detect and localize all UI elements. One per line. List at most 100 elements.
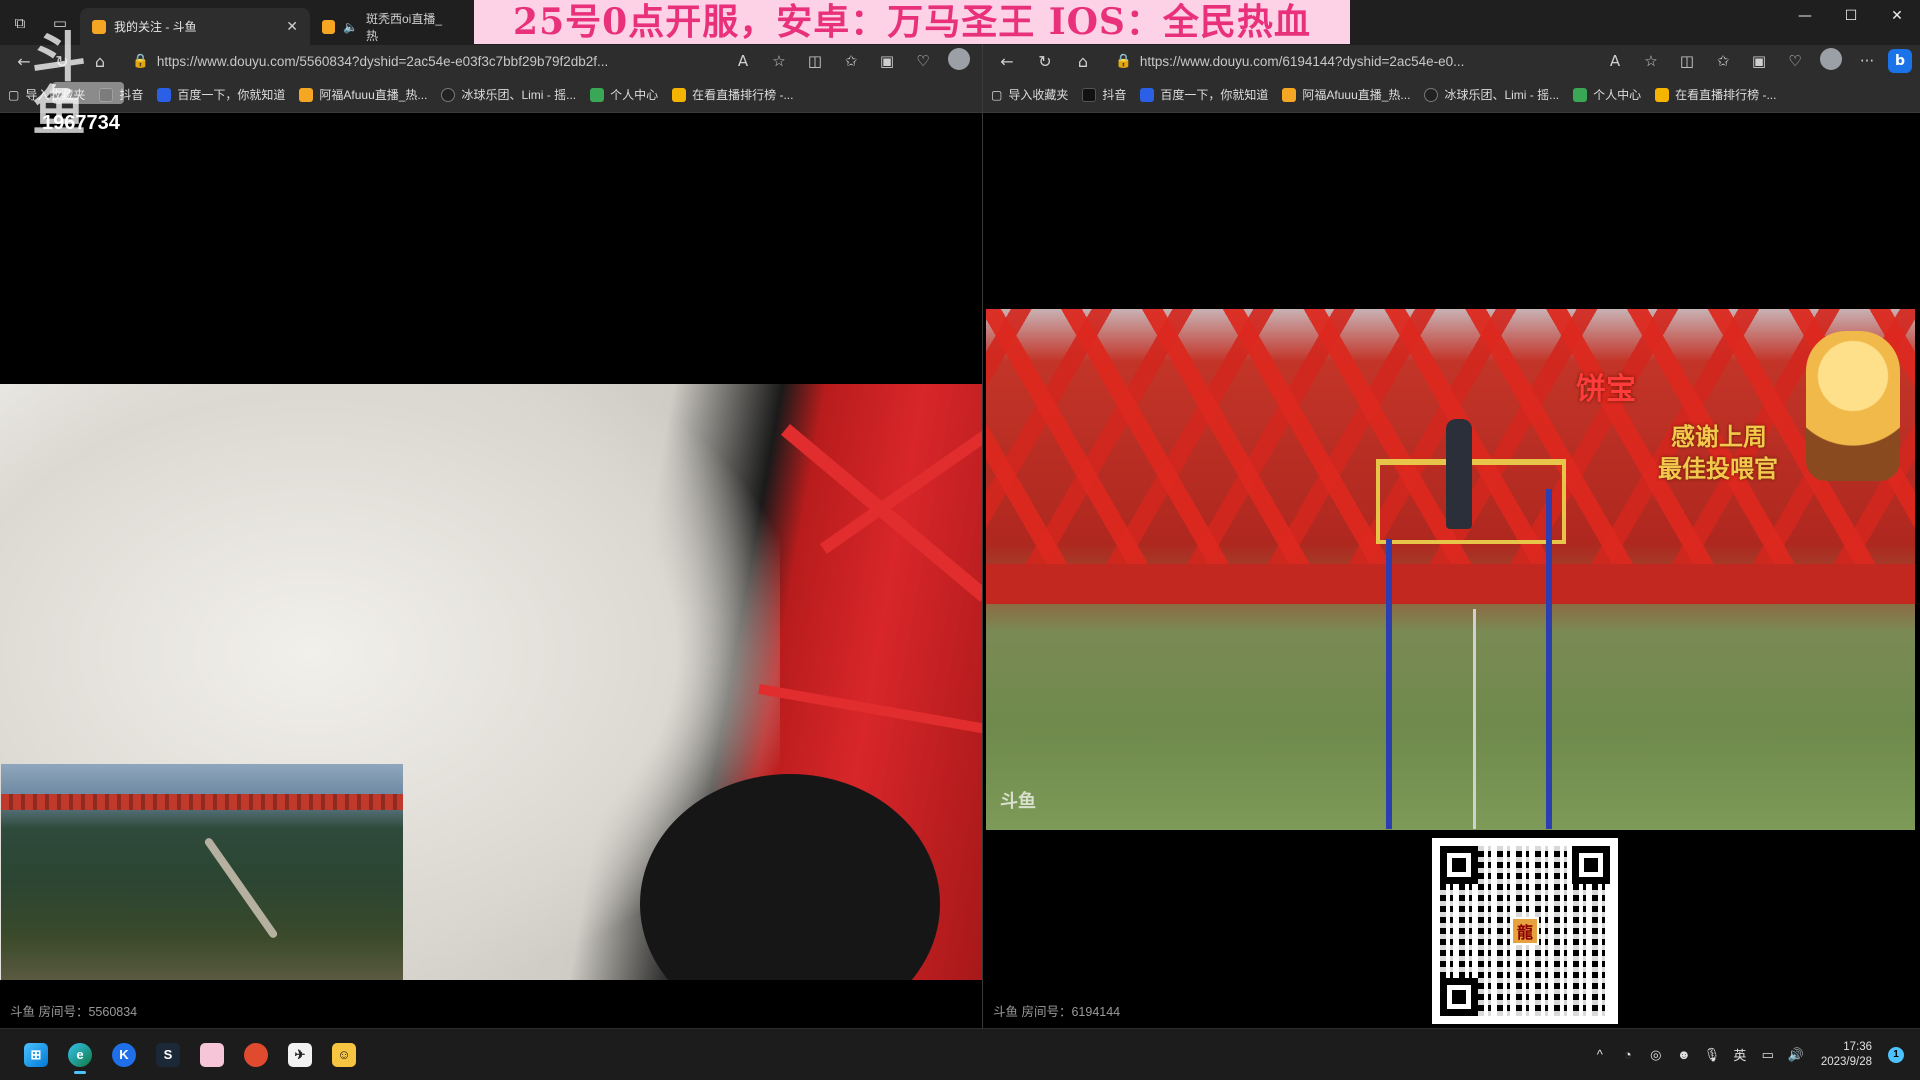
bookmark-ranking[interactable]: 在看直播排行榜 -... <box>672 86 793 103</box>
edge-icon: e <box>68 1042 92 1067</box>
bookmark-icon <box>1655 87 1670 102</box>
more-menu-icon[interactable]: ··· <box>1852 52 1882 70</box>
microphone-icon[interactable]: 🎙 <box>1703 1047 1721 1063</box>
favorite-star-icon[interactable]: ☆ <box>764 52 794 70</box>
baidu-icon <box>157 87 172 102</box>
volume-icon[interactable]: 🔊 <box>1787 1047 1805 1063</box>
bookmark-afuuu[interactable]: 阿福Afuuu直播_热... <box>1282 86 1410 103</box>
face-icon: ☺ <box>332 1042 356 1067</box>
taskbar-edge[interactable]: e <box>60 1035 100 1075</box>
split-screen-icon[interactable]: ◫ <box>800 52 830 70</box>
picture-in-picture-video[interactable] <box>1 764 403 980</box>
collections-icon[interactable]: ▣ <box>872 52 902 70</box>
workspaces-icon[interactable]: ⧉ <box>6 9 34 37</box>
favorites-icon[interactable]: ✩ <box>836 52 866 70</box>
tab-close-icon[interactable]: ✕ <box>286 18 298 35</box>
steam-icon: S <box>156 1042 180 1067</box>
input-language[interactable]: 英 <box>1731 1045 1749 1064</box>
bookmark-bingqiu[interactable]: 冰球乐团、Limi - 摇... <box>1424 86 1559 103</box>
start-button[interactable]: ⊞ <box>16 1035 56 1075</box>
browser-essentials-icon[interactable]: ♡ <box>1780 52 1810 70</box>
read-aloud-icon[interactable]: A <box>728 52 758 70</box>
pink-app-icon <box>200 1042 224 1067</box>
profile-icon[interactable] <box>1816 48 1846 74</box>
douyin-icon <box>1082 87 1097 102</box>
tray-app-icon[interactable]: ◔ <box>1619 1047 1637 1062</box>
video-watermark: 斗鱼 <box>1000 791 1036 812</box>
read-aloud-icon[interactable]: A <box>1600 52 1630 70</box>
live-stream-video[interactable]: 饼宝 感谢上周 最佳投喂官 斗鱼 <box>986 309 1915 830</box>
collections-icon[interactable]: ▣ <box>1744 52 1774 70</box>
taskbar-plane-app[interactable]: ✈ <box>280 1035 320 1075</box>
left-address-bar: ← ↻ ⌂ 🔒 https://www.douyu.com/5560834?dy… <box>0 45 982 77</box>
right-video-player[interactable]: 饼宝 感谢上周 最佳投喂官 斗鱼 龍 斗鱼 房间号：6194144 <box>983 113 1920 1028</box>
notification-badge[interactable]: 1 <box>1888 1046 1904 1063</box>
maximize-button[interactable]: ☐ <box>1828 0 1874 32</box>
back-icon[interactable]: ← <box>991 47 1023 75</box>
url-input[interactable]: 🔒 https://www.douyu.com/6194144?dyshid=2… <box>1105 47 1594 75</box>
viewer-count: 1967734 <box>42 112 120 134</box>
folder-icon: ▢ <box>991 87 1003 102</box>
system-tray: ^ ◔ ◎ ☻ 🎙 英 ▭ 🔊 17:36 2023/9/28 1 <box>1591 1040 1904 1070</box>
bookmark-personal-center[interactable]: 个人中心 <box>590 86 658 103</box>
bookmark-bingqiu[interactable]: 冰球乐团、Limi - 摇... <box>441 86 576 103</box>
douyu-watermark-logo: 斗鱼 <box>32 30 136 138</box>
refresh-icon[interactable]: ↻ <box>1029 47 1061 75</box>
bookmark-afuuu[interactable]: 阿福Afuuu直播_热... <box>299 86 427 103</box>
douyu-favicon-icon <box>322 19 336 34</box>
clock-date: 2023/9/28 <box>1820 1055 1872 1068</box>
bookmark-ranking[interactable]: 在看直播排行榜 -... <box>1655 86 1776 103</box>
tray-face-icon[interactable]: ☻ <box>1675 1047 1693 1062</box>
user-icon <box>590 87 605 102</box>
right-bookmarks-bar: ▢ 导入收藏夹 抖音 百度一下，你就知道 阿福Afuuu直播_热... 冰球乐团、… <box>983 77 1920 113</box>
chevron-up-icon[interactable]: ^ <box>1591 1047 1609 1062</box>
taskbar-pink-app[interactable] <box>192 1035 232 1075</box>
split-screen-icon[interactable]: ◫ <box>1672 52 1702 70</box>
window-controls: — ☐ ✕ <box>1782 0 1920 32</box>
close-button[interactable]: ✕ <box>1874 0 1920 32</box>
browser-essentials-icon[interactable]: ♡ <box>908 52 938 70</box>
favorite-star-icon[interactable]: ☆ <box>1636 52 1666 70</box>
bookmark-baidu[interactable]: 百度一下，你就知道 <box>157 86 285 103</box>
user-icon <box>1573 87 1588 102</box>
clock-time: 17:36 <box>1843 1040 1872 1053</box>
left-browser-window: ⧉ ▭ 我的关注 - 斗鱼 ✕ 🔈 斑秃西oi直播_热 ← ↻ ⌂ 🔒 http <box>0 0 982 1028</box>
video-bridge-beam <box>758 684 982 736</box>
windows-icon: ⊞ <box>24 1042 48 1067</box>
taskbar-kugou[interactable]: K <box>104 1035 144 1075</box>
overlay-title: 最佳投喂官 <box>1658 454 1778 483</box>
video-person <box>1446 419 1472 529</box>
music-icon <box>441 87 456 102</box>
network-icon[interactable]: ▭ <box>1759 1047 1777 1063</box>
bookmark-baidu[interactable]: 百度一下，你就知道 <box>1140 86 1268 103</box>
taskbar: ⊞ e K S ✈ ☺ ^ ◔ ◎ ☻ 🎙 英 ▭ 🔊 17:36 2023/9… <box>0 1028 1920 1080</box>
bookmark-douyin[interactable]: 抖音 <box>1082 86 1126 103</box>
qr-center-logo: 龍 <box>1511 917 1539 945</box>
favorites-icon[interactable]: ✩ <box>1708 52 1738 70</box>
url-input[interactable]: 🔒 https://www.douyu.com/5560834?dyshid=2… <box>122 47 722 75</box>
profile-icon[interactable] <box>944 48 974 74</box>
url-text: https://www.douyu.com/5560834?dyshid=2ac… <box>156 53 609 69</box>
music-icon <box>1424 87 1439 102</box>
tab-stream[interactable]: 🔈 斑秃西oi直播_热 <box>310 8 460 45</box>
room-number: 斗鱼 房间号：5560834 <box>10 1005 138 1019</box>
kugou-icon: K <box>112 1042 136 1067</box>
qr-finder <box>1440 978 1478 1016</box>
steam-tray-icon[interactable]: ◎ <box>1647 1047 1665 1063</box>
plane-icon: ✈ <box>288 1042 312 1067</box>
taskbar-red-app[interactable] <box>236 1035 276 1075</box>
qr-finder <box>1440 846 1478 884</box>
minimize-button[interactable]: — <box>1782 0 1828 32</box>
desktop: ⧉ ▭ 我的关注 - 斗鱼 ✕ 🔈 斑秃西oi直播_热 ← ↻ ⌂ 🔒 http <box>0 0 1920 1080</box>
mascot-avatar <box>1806 331 1900 481</box>
clock[interactable]: 17:36 2023/9/28 <box>1815 1040 1878 1070</box>
bookmark-personal-center[interactable]: 个人中心 <box>1573 86 1641 103</box>
bookmark-import[interactable]: ▢ 导入收藏夹 <box>991 86 1068 103</box>
home-icon[interactable]: ⌂ <box>1067 47 1099 75</box>
taskbar-face-app[interactable]: ☺ <box>324 1035 364 1075</box>
room-number: 斗鱼 房间号：6194144 <box>993 1005 1121 1019</box>
taskbar-steam[interactable]: S <box>148 1035 188 1075</box>
left-video-player[interactable]: 斗鱼 房间号：5560834 <box>0 113 982 1028</box>
speaker-icon[interactable]: 🔈 <box>343 20 358 34</box>
bing-copilot-icon[interactable]: b <box>1888 49 1912 73</box>
